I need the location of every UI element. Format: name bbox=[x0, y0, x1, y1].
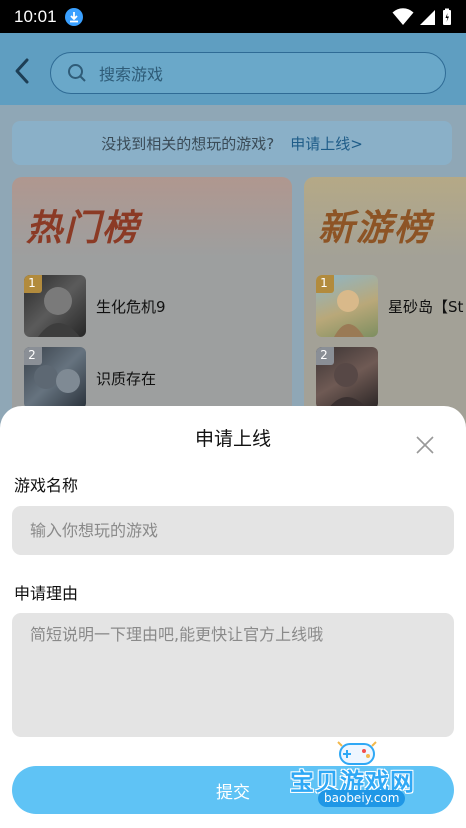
new-ranking-title: 新游榜 bbox=[318, 208, 433, 249]
list-item[interactable]: 1 生化危机9 bbox=[24, 275, 166, 337]
reason-textarea[interactable] bbox=[12, 613, 454, 737]
wifi-icon bbox=[392, 7, 414, 25]
search-icon bbox=[68, 64, 86, 82]
rank-badge: 1 bbox=[316, 275, 334, 293]
game-name-input[interactable] bbox=[12, 506, 454, 555]
signal-icon bbox=[420, 9, 435, 25]
dialog-title: 申请上线 bbox=[194, 428, 271, 450]
list-item[interactable]: 2 bbox=[316, 347, 388, 409]
rank-badge: 2 bbox=[316, 347, 334, 365]
rank-badge: 1 bbox=[24, 275, 42, 293]
game-thumbnail: 1 bbox=[316, 275, 378, 337]
game-thumbnail: 1 bbox=[24, 275, 86, 337]
game-name: 星砂岛【St bbox=[388, 297, 464, 316]
rank-badge: 2 bbox=[24, 347, 42, 365]
close-icon[interactable] bbox=[416, 436, 434, 454]
status-time: 10:01 bbox=[14, 6, 57, 26]
watermark-url: baobeiy.com bbox=[318, 790, 406, 807]
back-arrow-icon[interactable] bbox=[12, 57, 32, 85]
status-bar: 10:01 bbox=[0, 0, 466, 33]
search-box[interactable]: 搜索游戏 bbox=[50, 52, 446, 94]
list-item[interactable]: 2 识质存在 bbox=[24, 347, 156, 409]
apply-banner[interactable]: 没找到相关的想玩的游戏? 申请上线> bbox=[12, 121, 452, 165]
search-input[interactable]: 搜索游戏 bbox=[99, 61, 163, 85]
download-icon bbox=[64, 7, 83, 26]
game-name: 识质存在 bbox=[96, 369, 157, 388]
reason-label: 申请理由 bbox=[14, 584, 79, 603]
apply-link[interactable]: 申请上线> bbox=[290, 133, 363, 154]
banner-question: 没找到相关的想玩的游戏? bbox=[101, 134, 275, 153]
list-item[interactable]: 1 星砂岛【St bbox=[316, 275, 463, 337]
game-thumbnail: 2 bbox=[316, 347, 378, 409]
game-name-label: 游戏名称 bbox=[14, 476, 79, 495]
hot-ranking-title: 热门榜 bbox=[26, 208, 141, 249]
search-header: 搜索游戏 bbox=[0, 33, 466, 105]
battery-icon bbox=[443, 8, 451, 25]
game-thumbnail: 2 bbox=[24, 347, 86, 409]
watermark-logo: 宝贝游戏网 baobeiy.com bbox=[290, 738, 440, 818]
game-name: 生化危机9 bbox=[96, 297, 166, 316]
